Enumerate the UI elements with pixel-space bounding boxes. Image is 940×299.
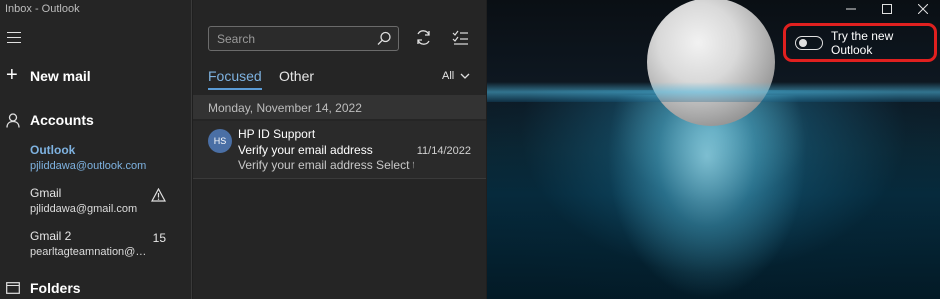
account-name: Outlook [30,143,76,157]
message-list-pane: Focused Other All Monday, November 14, 2… [193,0,486,299]
message-date: 11/14/2022 [416,145,471,157]
person-icon [6,112,20,128]
hamburger-menu-icon[interactable] [7,32,21,44]
search-icon[interactable] [377,31,392,46]
search-input[interactable] [209,27,369,50]
message-sender: HP ID Support [238,127,316,141]
moon-image [647,0,775,126]
select-checklist-icon[interactable] [452,29,469,46]
window-title: Inbox - Outlook [5,3,80,15]
navigation-pane: Inbox - Outlook + New mail Accounts Outl… [0,0,192,299]
sync-icon[interactable] [415,29,432,46]
new-mail-label: New mail [30,67,91,84]
avatar: HS [208,129,232,153]
account-email: pjliddawa@gmail.com [30,203,138,215]
toggle-switch[interactable] [795,35,823,50]
chevron-down-icon [460,73,470,79]
unread-count-badge: 15 [152,231,166,245]
folder-icon [6,282,20,294]
filter-label: All [442,70,455,82]
search-box[interactable] [208,26,399,51]
plus-icon: + [6,64,18,86]
date-group-header: Monday, November 14, 2022 [193,95,486,119]
filter-dropdown[interactable]: All [442,70,470,82]
message-preview: Verify your email address Select the [238,158,414,172]
close-button[interactable] [914,2,932,16]
window-controls [842,2,932,16]
accounts-label: Accounts [30,112,94,128]
new-mail-button[interactable]: + New mail [6,64,91,87]
minimize-icon [846,8,856,10]
account-gmail-2[interactable]: Gmail 2 pearltagteamnation@gm... 15 [30,229,180,258]
account-gmail[interactable]: Gmail pjliddawa@gmail.com [30,186,180,215]
close-icon [918,4,928,14]
maximize-icon [882,4,892,14]
minimize-button[interactable] [842,2,860,16]
tab-other[interactable]: Other [279,68,314,84]
message-list-item[interactable]: HS HP ID Support Verify your email addre… [193,121,486,179]
account-outlook[interactable]: Outlook pjliddawa@outlook.com [30,143,180,172]
account-email: pjliddawa@outlook.com [30,160,147,172]
try-new-outlook-toggle[interactable]: Try the new Outlook [783,23,937,62]
water-surface [487,82,940,102]
folders-label: Folders [30,280,81,296]
accounts-header[interactable]: Accounts [6,112,94,128]
toggle-label: Try the new Outlook [831,28,894,57]
warning-icon [151,188,166,202]
maximize-button[interactable] [878,2,896,16]
tab-focused[interactable]: Focused [208,68,262,90]
account-email: pearltagteamnation@gm... [30,246,152,258]
folders-header[interactable]: Folders [6,280,81,296]
message-subject: Verify your email address [238,143,373,157]
